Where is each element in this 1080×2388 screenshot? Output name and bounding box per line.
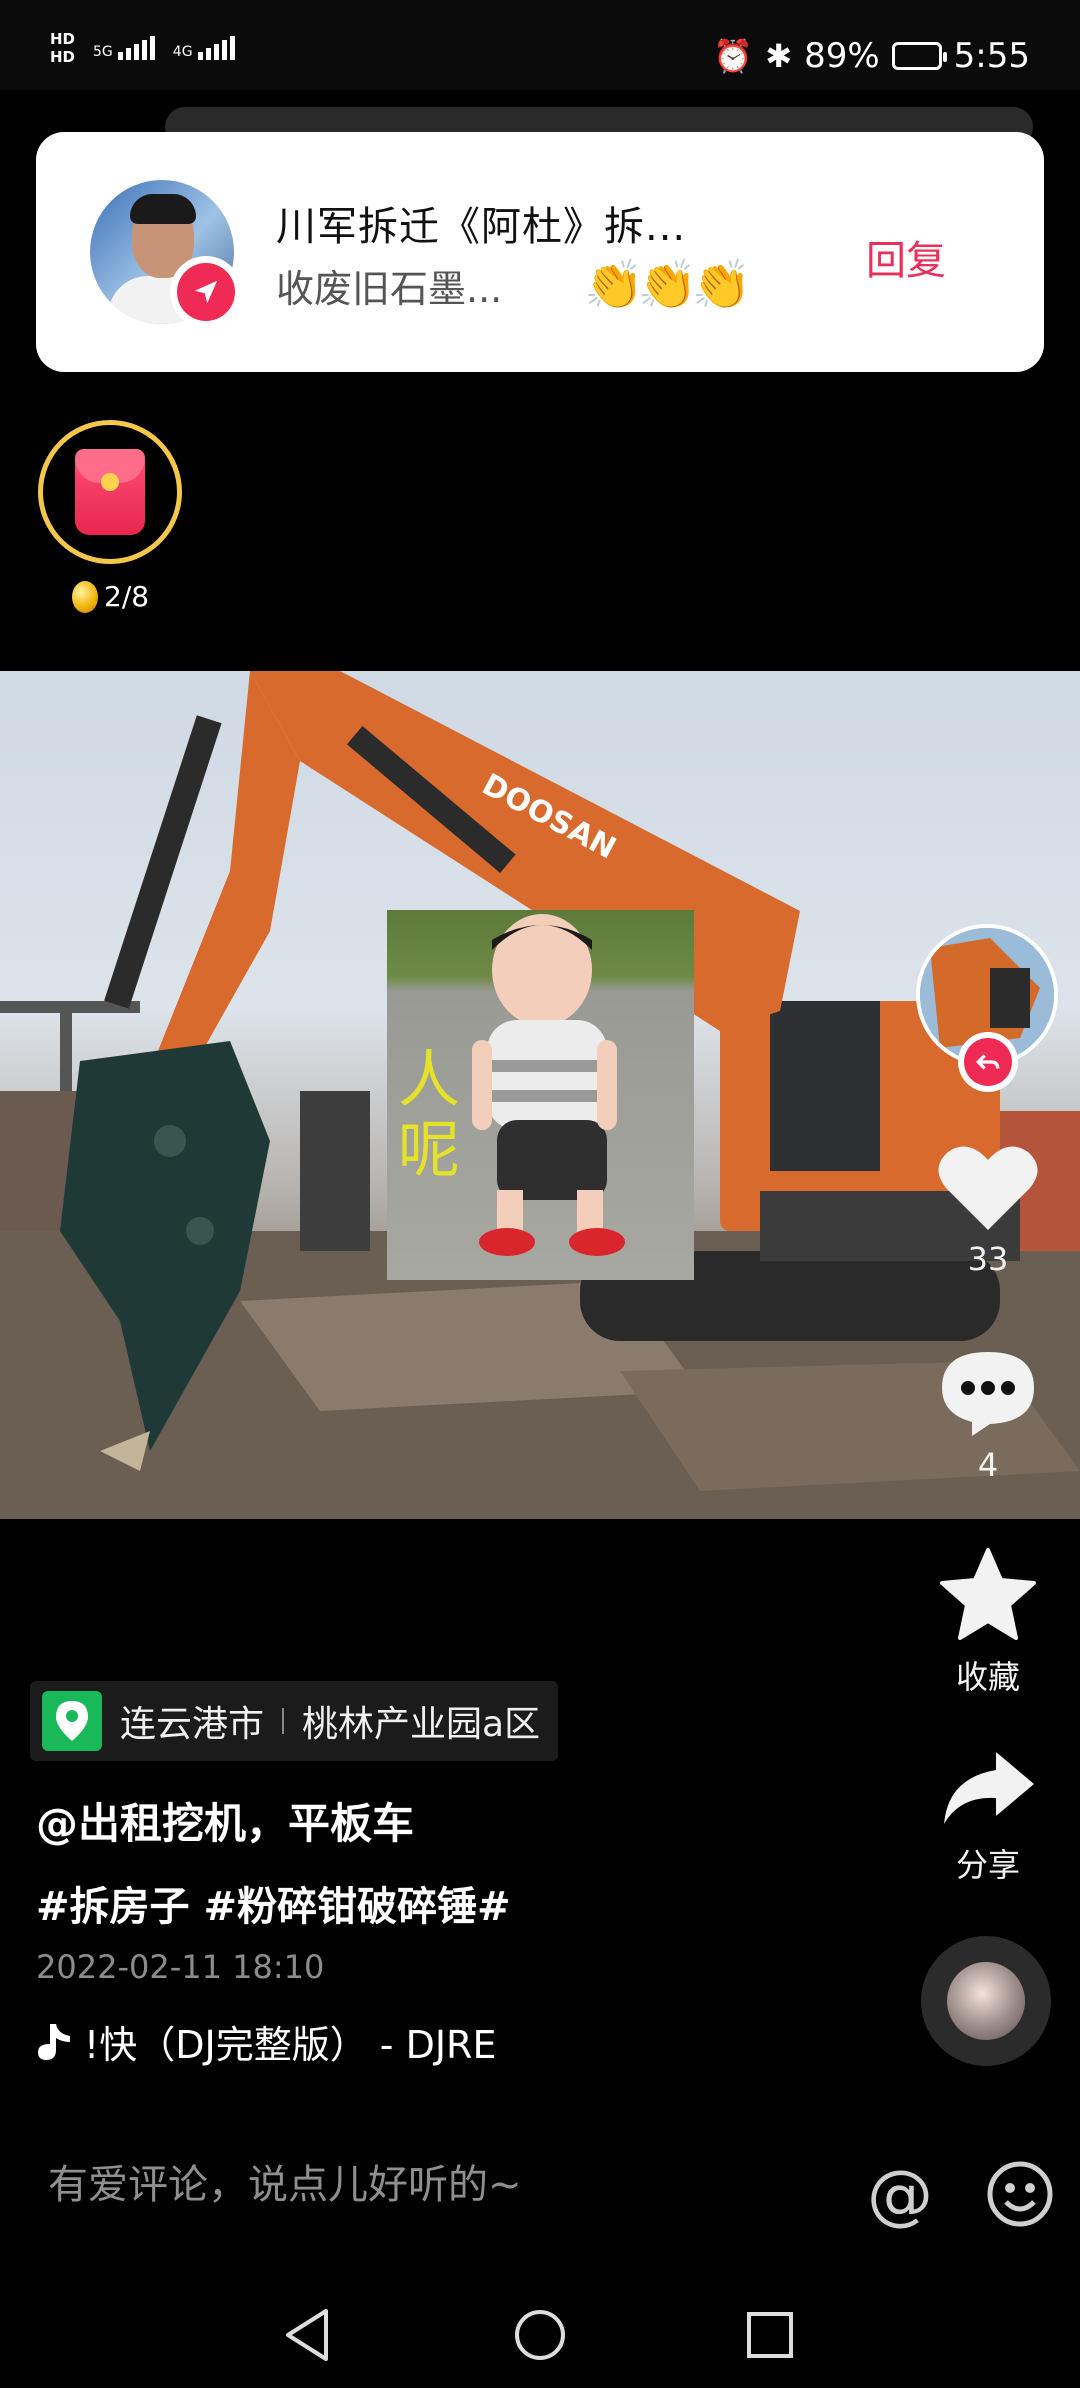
star-icon bbox=[940, 1548, 1036, 1640]
message-notification[interactable]: 川军拆迁《阿杜》拆... 收废旧石墨... 👏👏👏 回复 bbox=[36, 132, 1044, 372]
music-title[interactable]: !快（DJ完整版） - DJRE bbox=[36, 2014, 496, 2069]
post-hashtags[interactable]: #拆房子 #粉碎钳破碎锤# bbox=[36, 1874, 510, 1932]
location-tag[interactable]: 连云港市 桃林产业园a区 bbox=[30, 1681, 559, 1761]
emoji-icon[interactable] bbox=[984, 2158, 1056, 2230]
clap-emoji: 👏👏👏 bbox=[584, 257, 751, 313]
comment-input[interactable] bbox=[48, 2155, 828, 2215]
favorite-button[interactable]: 收藏 bbox=[920, 1548, 1056, 1698]
status-right: ⏰ ✱ 89% 5:55 bbox=[713, 36, 1030, 76]
share-icon bbox=[944, 1752, 1034, 1824]
like-count: 33 bbox=[967, 1240, 1009, 1278]
status-left: HD HD 5G 4G bbox=[50, 30, 235, 66]
hd-indicator: HD HD bbox=[50, 30, 76, 66]
location-city: 连云港市 bbox=[120, 1704, 265, 1745]
at-icon[interactable]: @ bbox=[864, 2156, 936, 2233]
video-overlay-text: 人呢 bbox=[397, 1043, 460, 1186]
notification-body: 收废旧石墨... bbox=[276, 267, 503, 311]
comment-button[interactable]: 4 bbox=[920, 1348, 1056, 1484]
like-button[interactable]: 33 bbox=[920, 1140, 1056, 1278]
heart-icon bbox=[938, 1146, 1038, 1230]
music-note-icon bbox=[38, 2023, 70, 2060]
bluetooth-icon: ✱ bbox=[765, 37, 793, 75]
coin-icon bbox=[72, 580, 98, 613]
comment-count: 4 bbox=[977, 1446, 999, 1484]
signal-5g-icon: 5G bbox=[93, 36, 155, 60]
location-place: 桃林产业园a区 bbox=[302, 1704, 541, 1745]
share-button[interactable]: 分享 bbox=[920, 1748, 1056, 1886]
alarm-icon: ⏰ bbox=[713, 37, 754, 75]
favorite-label: 收藏 bbox=[955, 1658, 1020, 1696]
follow-button[interactable] bbox=[958, 1032, 1018, 1092]
clock: 5:55 bbox=[953, 36, 1030, 76]
battery-percent: 89% bbox=[804, 36, 880, 76]
recents-icon[interactable] bbox=[735, 2300, 805, 2370]
location-separator bbox=[282, 1708, 285, 1734]
location-pin-icon bbox=[42, 1691, 102, 1751]
music-disc[interactable] bbox=[921, 1936, 1051, 2066]
status-bar: HD HD 5G 4G ⏰ ✱ 89% 5:55 bbox=[0, 0, 1080, 90]
comment-icon bbox=[942, 1352, 1034, 1436]
red-packet-icon bbox=[75, 449, 145, 535]
battery-icon bbox=[891, 42, 947, 70]
red-packet-button[interactable] bbox=[38, 420, 182, 564]
system-navigation-bar bbox=[0, 2280, 1080, 2388]
home-icon[interactable] bbox=[505, 2300, 575, 2370]
signal-4g-icon: 4G bbox=[173, 36, 235, 60]
red-packet-progress: 2/8 bbox=[72, 580, 149, 613]
post-datetime: 2022-02-11 18:10 bbox=[36, 1948, 325, 1986]
reply-button[interactable]: 回复 bbox=[866, 228, 946, 286]
back-icon[interactable] bbox=[272, 2300, 342, 2370]
author-username[interactable]: @出租挖机，平板车 bbox=[36, 1790, 414, 1851]
share-label: 分享 bbox=[955, 1846, 1020, 1884]
send-icon bbox=[170, 256, 242, 328]
notification-title: 川军拆迁《阿杜》拆... bbox=[276, 204, 687, 250]
